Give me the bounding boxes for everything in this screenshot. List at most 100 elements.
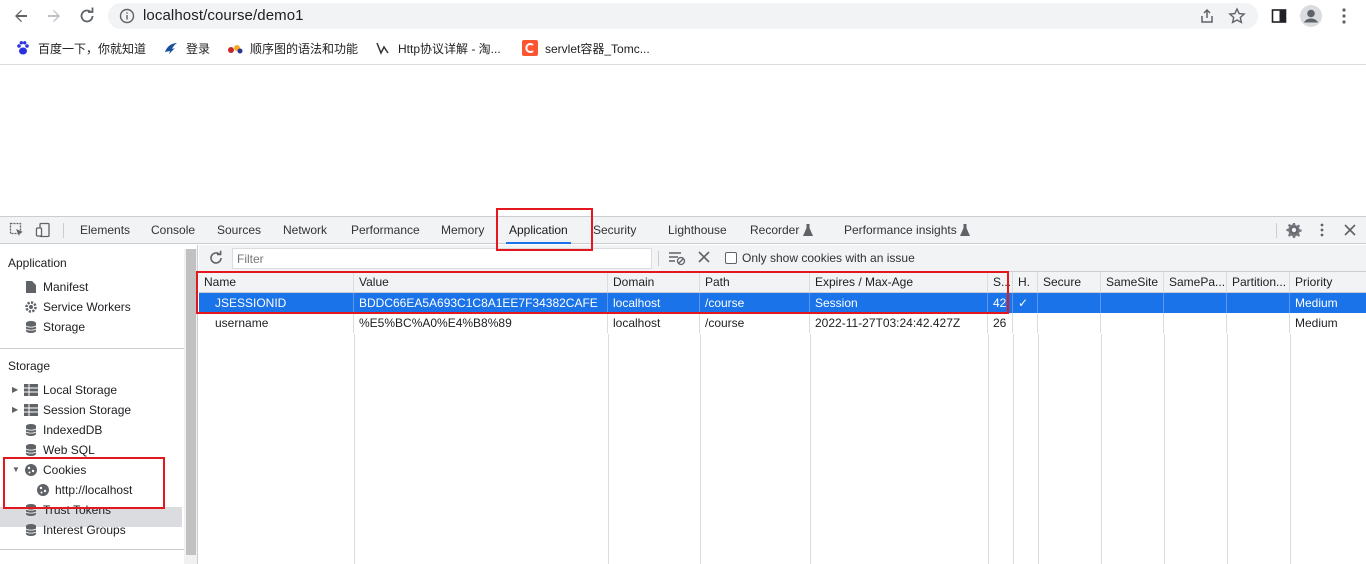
bookmark-item[interactable]: Http协议详解 - 淘... — [375, 39, 501, 57]
plantuml-icon — [227, 40, 243, 56]
column-divider — [354, 334, 355, 564]
bookmark-label: 顺序图的语法和功能 — [250, 41, 359, 56]
tab-application[interactable]: Application — [506, 217, 571, 244]
column-header-value[interactable]: Value — [354, 272, 608, 292]
table-row[interactable]: username %E5%BC%A0%E4%B8%89 localhost /c… — [199, 313, 1366, 333]
url-text[interactable]: localhost/course/demo1 — [143, 7, 304, 24]
sidebar-item-label: http://localhost — [55, 483, 133, 497]
bookmark-item[interactable]: 登录 — [163, 39, 210, 57]
section-header-storage: Storage — [8, 359, 51, 373]
column-header-secure[interactable]: Secure — [1038, 272, 1101, 292]
tab-elements[interactable]: Elements — [80, 217, 130, 244]
sidebar-item-local-storage[interactable]: ▶ Local Storage — [12, 380, 117, 400]
side-panel-icon[interactable] — [1267, 4, 1291, 28]
sidebar-item-cookies[interactable]: ▼ Cookies — [12, 460, 86, 480]
clear-filtered-cookies-icon[interactable] — [668, 250, 686, 269]
tab-performance[interactable]: Performance — [351, 217, 420, 244]
cell-secure — [1038, 293, 1101, 313]
sidebar-item-manifest[interactable]: Manifest — [24, 277, 88, 297]
tab-recorder[interactable]: Recorder — [750, 217, 799, 244]
only-issues-label: Only show cookies with an issue — [742, 251, 915, 265]
page-content — [0, 66, 1366, 216]
column-header-priority[interactable]: Priority — [1290, 272, 1366, 292]
sidebar-item-interest-groups[interactable]: Interest Groups — [24, 520, 126, 540]
flask-icon — [960, 224, 970, 239]
column-header-domain[interactable]: Domain — [608, 272, 700, 292]
cookie-icon — [36, 483, 50, 497]
sidebar-item-label: Service Workers — [43, 300, 131, 314]
address-bar[interactable]: localhost/course/demo1 — [108, 3, 1258, 29]
column-header-httponly[interactable]: H. — [1013, 272, 1038, 292]
refresh-icon[interactable] — [208, 250, 224, 269]
cookies-panel: Only show cookies with an issue Name Val… — [199, 245, 1366, 564]
cell-httponly — [1013, 313, 1038, 333]
sidebar-item-trust-tokens[interactable]: Trust Tokens — [24, 500, 111, 520]
collapse-arrow-icon[interactable]: ▼ — [12, 460, 22, 480]
site-info-icon[interactable] — [118, 7, 136, 25]
cell-expires: 2022-11-27T03:24:42.427Z — [810, 313, 988, 333]
cell-sameparty — [1164, 293, 1227, 313]
cell-domain: localhost — [608, 293, 700, 313]
column-header-path[interactable]: Path — [700, 272, 810, 292]
forward-icon[interactable] — [42, 4, 66, 28]
cell-name: JSESSIONID — [199, 293, 354, 313]
cell-samesite — [1101, 293, 1164, 313]
column-header-name[interactable]: Name — [199, 272, 354, 292]
clear-all-icon[interactable] — [698, 251, 710, 266]
tab-console[interactable]: Console — [151, 217, 195, 244]
back-icon[interactable] — [9, 4, 33, 28]
close-icon[interactable] — [1341, 221, 1359, 239]
sidebar-item-service-workers[interactable]: Service Workers — [24, 297, 131, 317]
column-divider — [1013, 334, 1014, 564]
sidebar-scrollbar-thumb[interactable] — [186, 249, 196, 555]
sidebar-item-session-storage[interactable]: ▶ Session Storage — [12, 400, 131, 420]
sidebar-item-label: IndexedDB — [43, 423, 103, 437]
baidu-paw-icon — [15, 40, 31, 56]
devtools-more-icon[interactable] — [1313, 221, 1331, 239]
tab-sources[interactable]: Sources — [217, 217, 261, 244]
column-divider — [1038, 334, 1039, 564]
tab-security[interactable]: Security — [593, 217, 636, 244]
settings-gear-icon[interactable] — [1285, 221, 1303, 239]
grid-table-icon — [24, 403, 38, 417]
inspect-element-icon[interactable] — [8, 221, 26, 239]
sidebar-item-indexeddb[interactable]: IndexedDB — [24, 420, 102, 440]
expand-arrow-icon[interactable]: ▶ — [12, 380, 22, 400]
database-icon — [24, 523, 38, 537]
expand-arrow-icon[interactable]: ▶ — [12, 400, 22, 420]
tab-network[interactable]: Network — [283, 217, 327, 244]
bookmark-star-icon[interactable] — [1228, 7, 1246, 28]
sidebar-item-storage[interactable]: Storage — [24, 317, 85, 337]
bookmark-item[interactable]: 顺序图的语法和功能 — [227, 39, 358, 57]
column-header-expires[interactable]: Expires / Max-Age — [810, 272, 988, 292]
cell-domain: localhost — [608, 313, 700, 333]
device-toolbar-icon[interactable] — [34, 221, 52, 239]
column-divider — [700, 334, 701, 564]
sidebar-item-web-sql[interactable]: Web SQL — [24, 440, 95, 460]
cell-expires: Session — [810, 293, 988, 313]
tab-performance-insights[interactable]: Performance insights — [844, 217, 957, 244]
column-header-partition[interactable]: Partition... — [1227, 272, 1290, 292]
bookmark-label: Http协议详解 - 淘... — [398, 41, 501, 56]
profile-avatar-icon[interactable] — [1299, 4, 1323, 28]
kebab-menu-icon[interactable] — [1332, 4, 1356, 28]
bookmark-item[interactable]: 百度一下，你就知道 — [15, 39, 146, 57]
sidebar-item-cookie-origin[interactable]: http://localhost — [36, 480, 132, 500]
only-issues-checkbox[interactable] — [725, 252, 737, 264]
sidebar-item-label: Storage — [43, 320, 86, 334]
tab-memory[interactable]: Memory — [441, 217, 484, 244]
filter-input[interactable] — [232, 248, 652, 269]
cell-sameparty — [1164, 313, 1227, 333]
tab-lighthouse[interactable]: Lighthouse — [668, 217, 727, 244]
table-row[interactable]: JSESSIONID BDDC66EA5A693C1C8A1EE7F34382C… — [199, 293, 1366, 313]
document-icon — [24, 280, 38, 294]
toolbar-separator — [1276, 223, 1277, 238]
reload-icon[interactable] — [75, 4, 99, 28]
column-header-size[interactable]: S... — [988, 272, 1013, 292]
table-header: Name Value Domain Path Expires / Max-Age… — [199, 272, 1366, 293]
column-header-samesite[interactable]: SameSite — [1101, 272, 1164, 292]
share-icon[interactable] — [1198, 7, 1216, 28]
column-header-sameparty[interactable]: SamePa... — [1164, 272, 1227, 292]
cell-samesite — [1101, 313, 1164, 333]
bookmark-item[interactable]: servlet容器_Tomc... — [522, 39, 650, 57]
